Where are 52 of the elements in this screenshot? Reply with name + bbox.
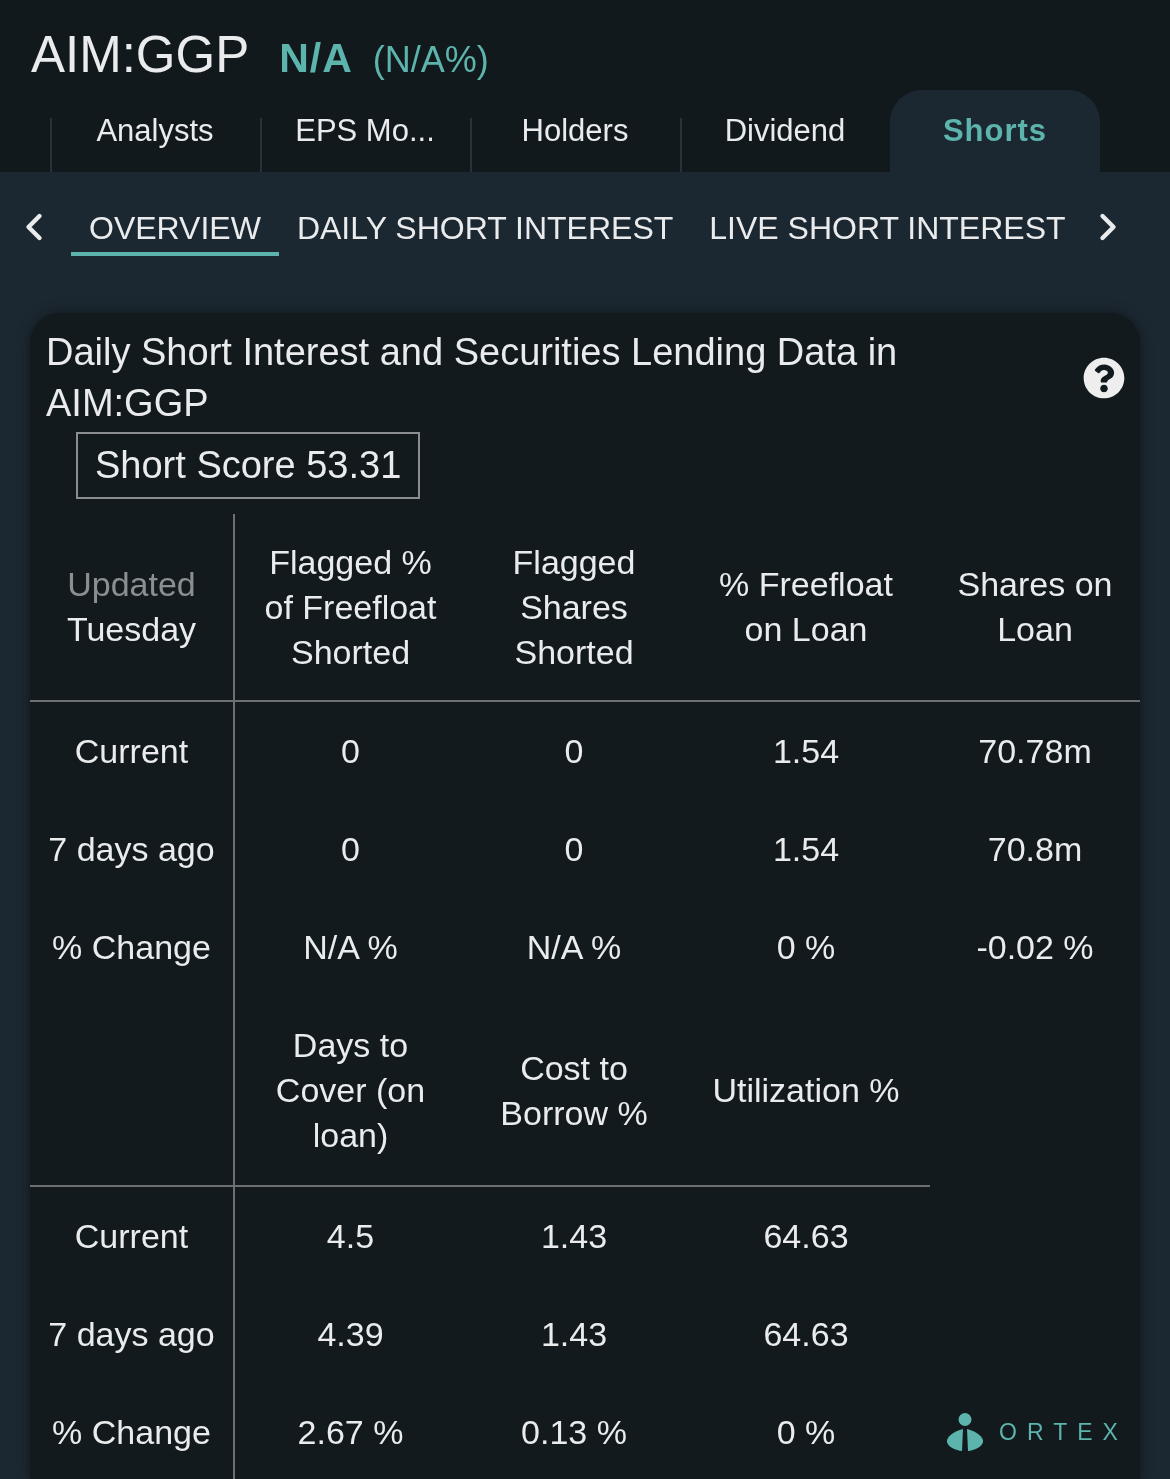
row-label: % Change — [30, 898, 235, 996]
updated-label: Updated — [67, 564, 196, 605]
person-logo-icon — [946, 1413, 985, 1451]
help-icon[interactable] — [1083, 357, 1125, 399]
section-tab[interactable]: Analysts — [50, 90, 260, 172]
card-title: Daily Short Interest and Securities Lending Data in AIM:GGP — [46, 330, 899, 426]
column-header: Flagged Shares Shorted — [466, 514, 682, 702]
table-cell-text: 0 — [563, 828, 585, 870]
table-cell-text: 0 % — [775, 1411, 837, 1453]
short-score: Short Score 53.31 — [76, 432, 421, 499]
table-cell-text: 0.13 % — [520, 1411, 628, 1453]
section-tab[interactable]: Shorts — [890, 90, 1100, 172]
table-cell-text: 64.63 — [762, 1313, 850, 1355]
subsection-tab[interactable]: OVERVIEW — [71, 198, 279, 256]
column-header: Shares on Loan — [930, 514, 1140, 702]
table-cell-text: 4.39 — [316, 1313, 385, 1355]
table-cell-text: 0 — [340, 730, 361, 772]
table-cell-text: 2.67 % — [296, 1411, 405, 1453]
table-cell-text: N/A % — [525, 926, 623, 968]
table-cell-text: 70.78m — [977, 730, 1093, 772]
column-header: Days to Cover (on loan) — [235, 996, 466, 1187]
updated-day: Tuesday — [66, 607, 197, 652]
column-header: % Freefloat on Loan — [682, 514, 930, 702]
table-cell-text: 1.54 — [771, 828, 841, 870]
table-cell-text: 0 % — [775, 926, 837, 968]
logo-wordmark: ORTEX — [999, 1418, 1128, 1446]
quote-value: N/A — [279, 35, 353, 82]
table-cell-text: N/A % — [302, 926, 399, 968]
row-label: Current — [30, 702, 235, 800]
column-header: Utilization % — [682, 996, 930, 1187]
ticker-symbol: AIM:GGP — [31, 26, 250, 84]
table-cell-text: 1.43 — [539, 1313, 609, 1355]
row-label: Current — [30, 1187, 235, 1285]
section-tab[interactable]: EPS Mo... — [260, 90, 470, 172]
column-header: Cost to Borrow % — [466, 996, 682, 1187]
section-tab[interactable]: Dividend — [680, 90, 890, 172]
column-header: Flagged % of Freefloat Shorted — [235, 514, 466, 702]
row-label: 7 days ago — [30, 1285, 235, 1383]
table-cell-text: 64.63 — [762, 1215, 850, 1257]
row-label: % Change — [30, 1383, 235, 1479]
row-label: 7 days ago — [30, 800, 235, 898]
quote-change: (N/A%) — [372, 39, 489, 81]
table-cell-text: 0 — [563, 730, 585, 772]
subsection-tab[interactable]: LIVE SHORT INTEREST — [691, 198, 1084, 256]
table-cell-text: 4.5 — [325, 1215, 376, 1257]
table-cell-text: 70.8m — [986, 828, 1084, 870]
subsection-tab[interactable]: DAILY SHORT INTEREST — [278, 198, 692, 256]
table-cell-text: -0.02 % — [975, 926, 1095, 968]
table-cell-text: 1.54 — [771, 730, 841, 772]
table-cell-text: 1.43 — [539, 1215, 609, 1257]
table-cell-text: 0 — [340, 828, 361, 870]
section-tab[interactable]: Holders — [470, 90, 680, 172]
